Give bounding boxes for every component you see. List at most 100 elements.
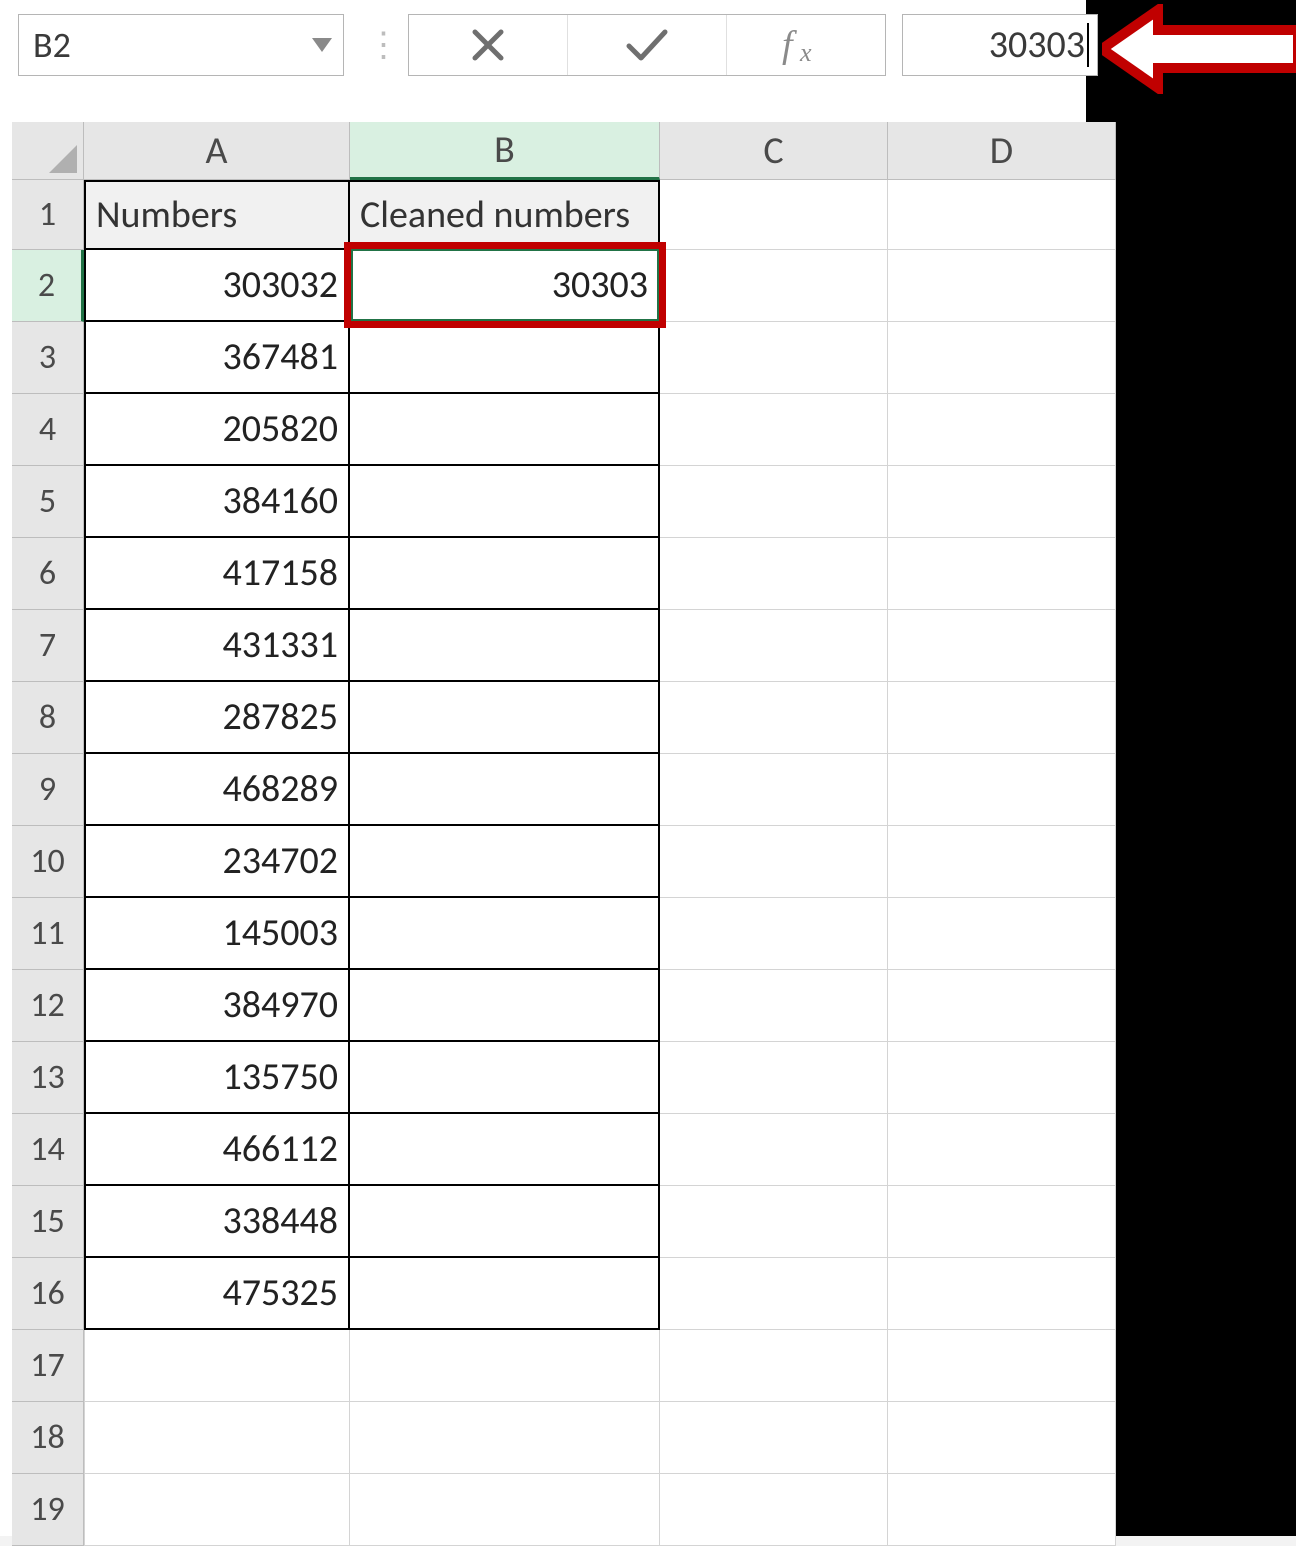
- row-header[interactable]: 13: [12, 1042, 84, 1114]
- cell-A15[interactable]: 338448: [84, 1186, 350, 1258]
- cell-D13[interactable]: [888, 1042, 1116, 1114]
- cell-C8[interactable]: [660, 682, 888, 754]
- cell-B15[interactable]: [350, 1186, 660, 1258]
- cancel-edit-button[interactable]: [409, 15, 567, 75]
- column-header-B[interactable]: B: [350, 122, 660, 180]
- cell-B3[interactable]: [350, 322, 660, 394]
- cell-D9[interactable]: [888, 754, 1116, 826]
- row-header[interactable]: 16: [12, 1258, 84, 1330]
- cell-B19[interactable]: [350, 1474, 660, 1546]
- column-header-C[interactable]: C: [660, 122, 888, 180]
- cell-B5[interactable]: [350, 466, 660, 538]
- row-header[interactable]: 7: [12, 610, 84, 682]
- name-box[interactable]: B2: [18, 14, 344, 76]
- spreadsheet-grid[interactable]: A B C D 1 Numbers Cleaned numbers 2 3030…: [12, 122, 1086, 1546]
- cell-A6[interactable]: 417158: [84, 538, 350, 610]
- cell-D4[interactable]: [888, 394, 1116, 466]
- cell-B1[interactable]: Cleaned numbers: [350, 180, 660, 250]
- cell-C18[interactable]: [660, 1402, 888, 1474]
- cell-C11[interactable]: [660, 898, 888, 970]
- cell-A13[interactable]: 135750: [84, 1042, 350, 1114]
- cell-A8[interactable]: 287825: [84, 682, 350, 754]
- cell-C4[interactable]: [660, 394, 888, 466]
- cell-B6[interactable]: [350, 538, 660, 610]
- cell-B9[interactable]: [350, 754, 660, 826]
- row-header[interactable]: 17: [12, 1330, 84, 1402]
- cell-C9[interactable]: [660, 754, 888, 826]
- cell-B11[interactable]: [350, 898, 660, 970]
- cell-C15[interactable]: [660, 1186, 888, 1258]
- cell-A19[interactable]: [84, 1474, 350, 1546]
- cell-D16[interactable]: [888, 1258, 1116, 1330]
- cell-A12[interactable]: 384970: [84, 970, 350, 1042]
- cell-D7[interactable]: [888, 610, 1116, 682]
- cell-C19[interactable]: [660, 1474, 888, 1546]
- cell-C7[interactable]: [660, 610, 888, 682]
- row-header[interactable]: 8: [12, 682, 84, 754]
- cell-B2[interactable]: 30303: [350, 250, 660, 322]
- row-header[interactable]: 18: [12, 1402, 84, 1474]
- cell-B16[interactable]: [350, 1258, 660, 1330]
- cell-D6[interactable]: [888, 538, 1116, 610]
- cell-A2[interactable]: 303032: [84, 250, 350, 322]
- cell-B7[interactable]: [350, 610, 660, 682]
- cell-D10[interactable]: [888, 826, 1116, 898]
- row-header[interactable]: 1: [12, 180, 84, 250]
- cell-A10[interactable]: 234702: [84, 826, 350, 898]
- insert-function-button[interactable]: f x: [726, 15, 885, 75]
- formula-bar-input[interactable]: 30303: [902, 14, 1098, 76]
- cell-D18[interactable]: [888, 1402, 1116, 1474]
- row-header[interactable]: 15: [12, 1186, 84, 1258]
- row-header[interactable]: 12: [12, 970, 84, 1042]
- cell-C14[interactable]: [660, 1114, 888, 1186]
- column-header-A[interactable]: A: [84, 122, 350, 180]
- cell-D17[interactable]: [888, 1330, 1116, 1402]
- cell-C17[interactable]: [660, 1330, 888, 1402]
- cell-D2[interactable]: [888, 250, 1116, 322]
- row-header[interactable]: 2: [12, 250, 84, 322]
- cell-A3[interactable]: 367481: [84, 322, 350, 394]
- cell-C5[interactable]: [660, 466, 888, 538]
- row-header[interactable]: 3: [12, 322, 84, 394]
- cell-A9[interactable]: 468289: [84, 754, 350, 826]
- cell-A7[interactable]: 431331: [84, 610, 350, 682]
- cell-B4[interactable]: [350, 394, 660, 466]
- cell-B13[interactable]: [350, 1042, 660, 1114]
- cell-A16[interactable]: 475325: [84, 1258, 350, 1330]
- cell-D11[interactable]: [888, 898, 1116, 970]
- cell-A11[interactable]: 145003: [84, 898, 350, 970]
- cell-B12[interactable]: [350, 970, 660, 1042]
- cell-C1[interactable]: [660, 180, 888, 250]
- cell-C2[interactable]: [660, 250, 888, 322]
- cell-C13[interactable]: [660, 1042, 888, 1114]
- column-header-D[interactable]: D: [888, 122, 1116, 180]
- confirm-edit-button[interactable]: [567, 15, 726, 75]
- cell-A1[interactable]: Numbers: [84, 180, 350, 250]
- cell-A14[interactable]: 466112: [84, 1114, 350, 1186]
- cell-A5[interactable]: 384160: [84, 466, 350, 538]
- cell-D15[interactable]: [888, 1186, 1116, 1258]
- cell-B17[interactable]: [350, 1330, 660, 1402]
- cell-D12[interactable]: [888, 970, 1116, 1042]
- row-header[interactable]: 10: [12, 826, 84, 898]
- cell-B14[interactable]: [350, 1114, 660, 1186]
- cell-A18[interactable]: [84, 1402, 350, 1474]
- cell-D8[interactable]: [888, 682, 1116, 754]
- row-header[interactable]: 19: [12, 1474, 84, 1546]
- row-header[interactable]: 14: [12, 1114, 84, 1186]
- cell-D19[interactable]: [888, 1474, 1116, 1546]
- row-header[interactable]: 6: [12, 538, 84, 610]
- cell-C16[interactable]: [660, 1258, 888, 1330]
- row-header[interactable]: 4: [12, 394, 84, 466]
- cell-B10[interactable]: [350, 826, 660, 898]
- cell-A17[interactable]: [84, 1330, 350, 1402]
- row-header[interactable]: 11: [12, 898, 84, 970]
- cell-B18[interactable]: [350, 1402, 660, 1474]
- cell-C6[interactable]: [660, 538, 888, 610]
- row-header[interactable]: 9: [12, 754, 84, 826]
- cell-D1[interactable]: [888, 180, 1116, 250]
- cell-C10[interactable]: [660, 826, 888, 898]
- cell-C3[interactable]: [660, 322, 888, 394]
- name-box-dropdown-icon[interactable]: [301, 15, 343, 75]
- cell-D5[interactable]: [888, 466, 1116, 538]
